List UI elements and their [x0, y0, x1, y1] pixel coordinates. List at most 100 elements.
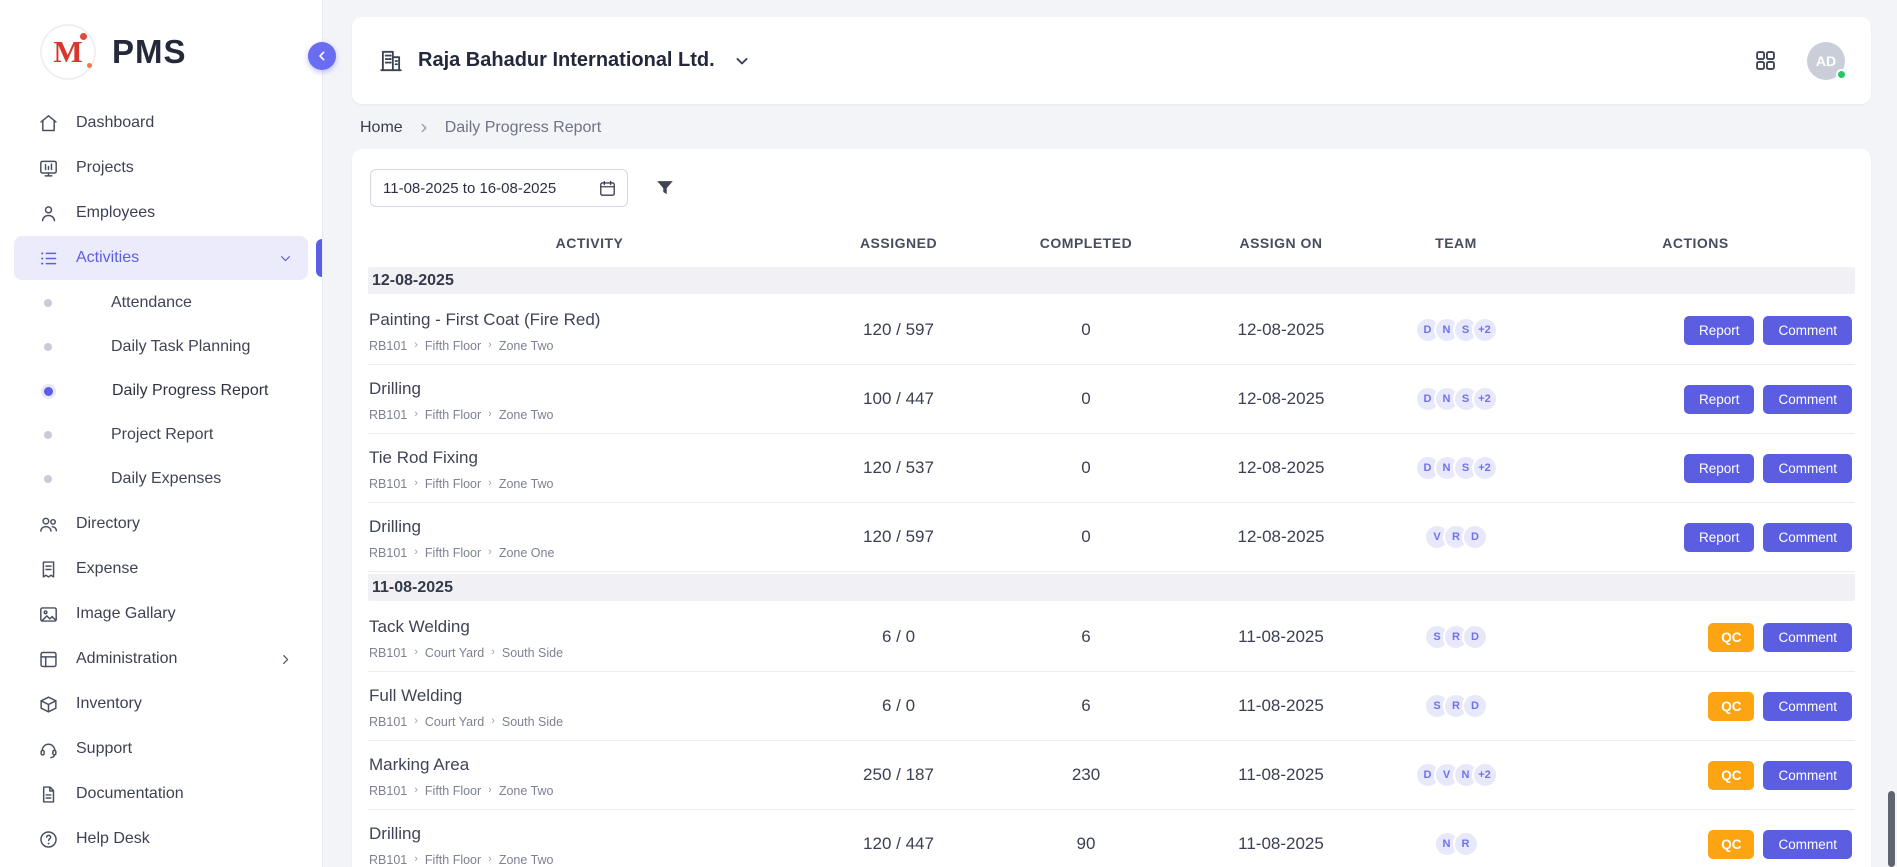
date-range-input[interactable]: 11-08-2025 to 16-08-2025 — [370, 169, 628, 207]
expense-icon — [38, 559, 59, 580]
progress-report-table: ACTIVITYASSIGNEDCOMPLETEDASSIGN ONTEAMAC… — [368, 221, 1855, 867]
sidebar: M PMS DashboardProjectsEmployeesActiviti… — [0, 0, 323, 867]
activity-title: Drilling — [369, 517, 811, 537]
sidebar-subitem-attendance[interactable]: Attendance — [14, 281, 308, 325]
bullet-icon — [44, 431, 52, 439]
report-button[interactable]: Report — [1684, 316, 1755, 345]
sidebar-item-label: Administration — [76, 650, 177, 668]
activity-row: Tie Rod Fixing RB101›Fifth Floor›Zone Tw… — [368, 434, 1855, 503]
team-extra-count[interactable]: +2 — [1472, 455, 1498, 481]
chevron-right-icon: › — [414, 854, 418, 865]
location-segment: Fifth Floor — [425, 546, 481, 560]
team-cell: NR — [1376, 831, 1536, 857]
activity-location: RB101›Fifth Floor›Zone One — [369, 546, 811, 560]
actions-cell: QC Comment — [1536, 761, 1855, 790]
team-extra-count[interactable]: +2 — [1472, 762, 1498, 788]
sidebar-subitem-label: Daily Progress Report — [112, 382, 269, 400]
actions-cell: Report Comment — [1536, 523, 1855, 552]
sidebar-subitem-daily-progress-report[interactable]: Daily Progress Report — [14, 369, 308, 413]
comment-button[interactable]: Comment — [1763, 385, 1852, 414]
chevron-right-icon: › — [491, 716, 495, 727]
company-name: Raja Bahadur International Ltd. — [418, 49, 715, 72]
filter-funnel-icon[interactable] — [654, 177, 676, 199]
comment-button[interactable]: Comment — [1763, 761, 1852, 790]
qc-button[interactable]: QC — [1708, 623, 1754, 652]
completed-value: 230 — [986, 765, 1186, 785]
report-button[interactable]: Report — [1684, 454, 1755, 483]
sidebar-item-image-gallary[interactable]: Image Gallary — [14, 592, 308, 636]
comment-button[interactable]: Comment — [1763, 523, 1852, 552]
qc-button[interactable]: QC — [1708, 761, 1754, 790]
sidebar-item-expense[interactable]: Expense — [14, 547, 308, 591]
sidebar-item-activities[interactable]: Activities — [14, 236, 308, 280]
qc-button[interactable]: QC — [1708, 692, 1754, 721]
sidebar-item-directory[interactable]: Directory — [14, 502, 308, 546]
comment-button[interactable]: Comment — [1763, 830, 1852, 859]
team-avatar[interactable]: D — [1462, 624, 1488, 650]
documentation-icon — [38, 784, 59, 805]
sidebar-subitem-daily-expenses[interactable]: Daily Expenses — [14, 457, 308, 501]
activity-cell: Tie Rod Fixing RB101›Fifth Floor›Zone Tw… — [368, 446, 811, 491]
assigned-value: 6 / 0 — [811, 696, 986, 716]
apps-grid-icon[interactable] — [1754, 49, 1777, 72]
sidebar-item-label: Help Desk — [76, 830, 150, 848]
location-segment: RB101 — [369, 715, 407, 729]
sidebar-item-support[interactable]: Support — [14, 727, 308, 771]
sidebar-subitem-project-report[interactable]: Project Report — [14, 413, 308, 457]
team-avatar[interactable]: D — [1462, 693, 1488, 719]
team-avatar[interactable]: R — [1453, 831, 1479, 857]
assigned-value: 120 / 537 — [811, 458, 986, 478]
sidebar-item-projects[interactable]: Projects — [14, 146, 308, 190]
breadcrumb-home-link[interactable]: Home — [360, 119, 403, 137]
app-title: PMS — [112, 33, 187, 71]
completed-value: 0 — [986, 320, 1186, 340]
sidebar-item-dashboard[interactable]: Dashboard — [14, 101, 308, 145]
breadcrumb: Home Daily Progress Report — [352, 104, 1871, 149]
activity-cell: Drilling RB101›Fifth Floor›Zone Two — [368, 377, 811, 422]
sidebar-collapse-button[interactable] — [308, 42, 336, 70]
sidebar-item-documentation[interactable]: Documentation — [14, 772, 308, 816]
activity-cell: Drilling RB101›Fifth Floor›Zone One — [368, 515, 811, 560]
bullet-icon — [44, 343, 52, 351]
comment-button[interactable]: Comment — [1763, 692, 1852, 721]
sidebar-item-label: Directory — [76, 515, 140, 533]
sidebar-subitem-daily-task-planning[interactable]: Daily Task Planning — [14, 325, 308, 369]
column-header-assigned: ASSIGNED — [811, 235, 986, 251]
bullet-icon — [44, 387, 53, 396]
activities-icon — [38, 248, 59, 269]
help-icon — [38, 829, 59, 850]
team-extra-count[interactable]: +2 — [1472, 386, 1498, 412]
qc-button[interactable]: QC — [1708, 830, 1754, 859]
bullet-icon — [44, 299, 52, 307]
administration-icon — [38, 649, 59, 670]
sidebar-subitem-label: Project Report — [111, 426, 213, 444]
sidebar-item-help-desk[interactable]: Help Desk — [14, 817, 308, 861]
activity-location: RB101›Court Yard›South Side — [369, 646, 811, 660]
building-icon — [378, 48, 404, 74]
comment-button[interactable]: Comment — [1763, 623, 1852, 652]
logo[interactable]: M PMS — [0, 0, 322, 98]
sidebar-item-employees[interactable]: Employees — [14, 191, 308, 235]
report-button[interactable]: Report — [1684, 523, 1755, 552]
sidebar-item-label: Support — [76, 740, 132, 758]
avatar-initials: AD — [1816, 53, 1836, 69]
location-segment: Zone Two — [499, 339, 554, 353]
top-header: Raja Bahadur International Ltd. AD — [352, 17, 1871, 104]
user-avatar[interactable]: AD — [1807, 42, 1845, 80]
team-cell: DNS+2 — [1376, 455, 1536, 481]
company-selector[interactable]: Raja Bahadur International Ltd. — [378, 48, 752, 74]
location-segment: Fifth Floor — [425, 784, 481, 798]
location-segment: Zone Two — [499, 853, 554, 867]
sidebar-nav: DashboardProjectsEmployeesActivitiesAtte… — [0, 98, 322, 864]
comment-button[interactable]: Comment — [1763, 316, 1852, 345]
sidebar-item-administration[interactable]: Administration — [14, 637, 308, 681]
vertical-scrollbar-thumb[interactable] — [1888, 791, 1895, 867]
actions-cell: QC Comment — [1536, 692, 1855, 721]
comment-button[interactable]: Comment — [1763, 454, 1852, 483]
completed-value: 6 — [986, 696, 1186, 716]
sidebar-item-inventory[interactable]: Inventory — [14, 682, 308, 726]
team-avatar[interactable]: D — [1462, 524, 1488, 550]
team-cell: DNS+2 — [1376, 317, 1536, 343]
team-extra-count[interactable]: +2 — [1472, 317, 1498, 343]
report-button[interactable]: Report — [1684, 385, 1755, 414]
